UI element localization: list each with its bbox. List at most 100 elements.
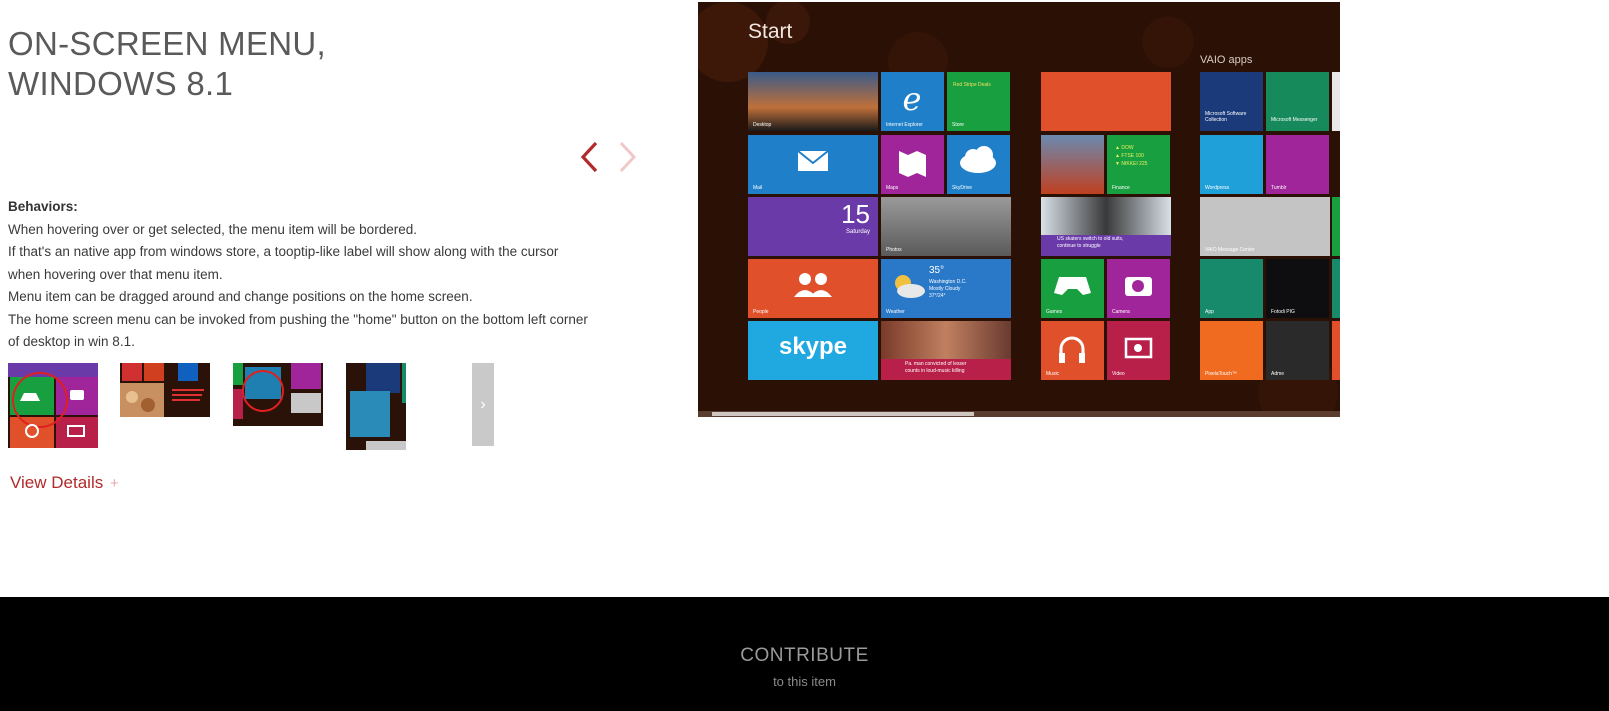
behavior-line: when hovering over that menu item. (8, 266, 223, 282)
tile-finance-label: Finance (1112, 185, 1130, 191)
sports-photo (1041, 197, 1171, 235)
sports-line2: continue to struggle (1057, 243, 1101, 249)
tile-people[interactable]: People (748, 259, 878, 318)
plus-icon: + (109, 475, 119, 492)
tile-video[interactable]: Video (1107, 321, 1170, 380)
thumbnails-next-button[interactable]: › (472, 363, 494, 446)
thumbnail-2-image (120, 363, 210, 417)
tile-games-label: Games (1046, 309, 1063, 315)
weather-condition: Mostly Cloudy (929, 286, 961, 292)
tile-photos[interactable]: Photos (881, 197, 1011, 256)
finance-line: ▲ FTSE 100 (1115, 153, 1144, 159)
behavior-line: If that's an native app from windows sto… (8, 244, 559, 259)
tile-vaio-6[interactable]: App (1200, 259, 1263, 318)
tile-vaio-8-label: PixelaTouch™ (1205, 371, 1237, 377)
view-details-label: View Details (10, 473, 104, 492)
vaio-apps-group-label: VAIO apps (1200, 54, 1253, 66)
tile-ie-label: Internet Explorer (886, 122, 923, 128)
tile-weather[interactable]: 35° Washington D.C. Mostly Cloudy 37°/24… (881, 259, 1011, 318)
behavior-line: Menu item can be dragged around and chan… (8, 289, 473, 304)
tile-internet-explorer[interactable]: e Internet Explorer (881, 72, 944, 131)
tile-vaio-edge-1[interactable] (1332, 72, 1340, 131)
tile-vaio-edge-4[interactable] (1332, 321, 1340, 380)
tile-camera[interactable]: Camera (1107, 259, 1170, 318)
view-details-link[interactable]: View Details + (10, 473, 119, 493)
tile-skydrive[interactable]: SkyDrive (947, 135, 1010, 194)
tile-maps[interactable]: Maps (881, 135, 944, 194)
tile-vaio-1[interactable]: Microsoft Software Collection (1200, 72, 1263, 131)
finance-line: ▼ NIKKEI 225 (1115, 161, 1148, 167)
tile-vaio-2[interactable]: Microsoft Messenger (1266, 72, 1329, 131)
tile-store[interactable]: Red Stripe Deals Store (947, 72, 1010, 131)
contribute-link[interactable]: CONTRIBUTE (0, 645, 1609, 667)
tile-video-label: Video (1112, 371, 1125, 377)
thumbnail-3-image (233, 363, 323, 426)
tile-weather-label: Weather (886, 309, 905, 315)
tile-vaio-5-label: VAIO Message Center (1205, 247, 1255, 253)
tile-sports[interactable]: US skaters switch to old suits, continue… (1041, 197, 1171, 256)
tile-vaio-5[interactable]: VAIO Message Center (1200, 197, 1330, 256)
tile-mail[interactable]: Mail (748, 135, 878, 194)
mail-icon (797, 150, 829, 171)
chevron-right-icon (619, 141, 637, 173)
tile-microsoft-bing[interactable] (1041, 72, 1171, 131)
tile-games[interactable]: Games (1041, 259, 1104, 318)
news-line2: counts in loud-music killing (905, 368, 965, 374)
tile-photos-label: Photos (886, 247, 902, 253)
thumbnail-strip (8, 363, 508, 453)
tile-calendar[interactable]: 15 Saturday (748, 197, 878, 256)
start-scrollbar[interactable] (698, 411, 1340, 417)
tile-desktop-label: Desktop (753, 122, 772, 128)
tile-desktop[interactable]: Desktop (748, 72, 878, 131)
chevron-left-icon (580, 141, 598, 173)
thumbnail-1-image (8, 363, 98, 448)
tile-people-label: People (753, 309, 769, 315)
tile-news[interactable]: Pa. man convicted of lesser counts in lo… (881, 321, 1011, 380)
behavior-line: of desktop in win 8.1. (8, 334, 135, 349)
weather-temp: 35° (929, 265, 945, 276)
contribute-subtitle: to this item (773, 674, 836, 689)
behaviors-heading: Behaviors: (8, 199, 78, 214)
carousel-next-button[interactable] (615, 140, 639, 174)
sports-line1: US skaters switch to old suits, (1057, 236, 1124, 242)
skype-logo: skype (778, 333, 848, 360)
project-title-line2: WINDOWS 8.1 (8, 65, 234, 102)
tile-vaio-4-label: Tumblr (1271, 185, 1287, 191)
tile-mail-label: Mail (753, 185, 763, 191)
thumbnail-2[interactable] (120, 363, 210, 417)
tile-vaio-8[interactable]: PixelaTouch™ (1200, 321, 1263, 380)
tile-music[interactable]: Music (1041, 321, 1104, 380)
carousel-prev-button[interactable] (578, 140, 602, 174)
tile-vaio-4[interactable]: Tumblr (1266, 135, 1329, 194)
svg-text:e: e (903, 80, 922, 118)
thumbnail-1[interactable] (8, 363, 98, 448)
tile-vaio-7[interactable]: Fotodi PIG (1266, 259, 1329, 318)
project-title-line1: ON-SCREEN MENU, (8, 25, 327, 62)
thumbnail-4[interactable] (346, 363, 406, 450)
tile-vaio-9[interactable]: Adme (1266, 321, 1329, 380)
behaviors-description: Behaviors: When hovering over or get sel… (8, 196, 608, 354)
tile-skype[interactable]: skype (748, 321, 878, 380)
behavior-line: The home screen menu can be invoked from… (8, 311, 588, 327)
tile-finance[interactable]: ▲ DOW ▲ FTSE 100 ▼ NIKKEI 225 Finance (1107, 135, 1170, 194)
tile-travel[interactable] (1041, 135, 1104, 194)
tile-music-label: Music (1046, 371, 1060, 377)
weather-city: Washington D.C. (929, 279, 967, 285)
project-title: ON-SCREEN MENU, WINDOWS 8.1 (8, 24, 326, 104)
behavior-line: When hovering over or get selected, the … (8, 221, 417, 237)
tile-vaio-3-label: Wordpress (1205, 185, 1230, 191)
tile-vaio-1-label: Microsoft Software Collection (1205, 111, 1247, 123)
tile-vaio-7-label: Fotodi PIG (1271, 309, 1295, 315)
news-photo (881, 321, 1011, 359)
tile-vaio-edge-3[interactable] (1332, 259, 1340, 318)
tile-vaio-9-label: Adme (1271, 371, 1285, 377)
tile-vaio-3[interactable]: Wordpress (1200, 135, 1263, 194)
start-label: Start (748, 20, 793, 43)
thumbnail-3[interactable] (233, 363, 323, 426)
tile-store-label: Store (952, 122, 964, 128)
finance-line: ▲ DOW (1115, 145, 1134, 151)
footer: CONTRIBUTE to this item (0, 597, 1609, 711)
scrollbar-thumb[interactable] (712, 412, 974, 416)
tile-vaio-edge-2[interactable] (1332, 197, 1340, 256)
tile-camera-label: Camera (1112, 309, 1130, 315)
